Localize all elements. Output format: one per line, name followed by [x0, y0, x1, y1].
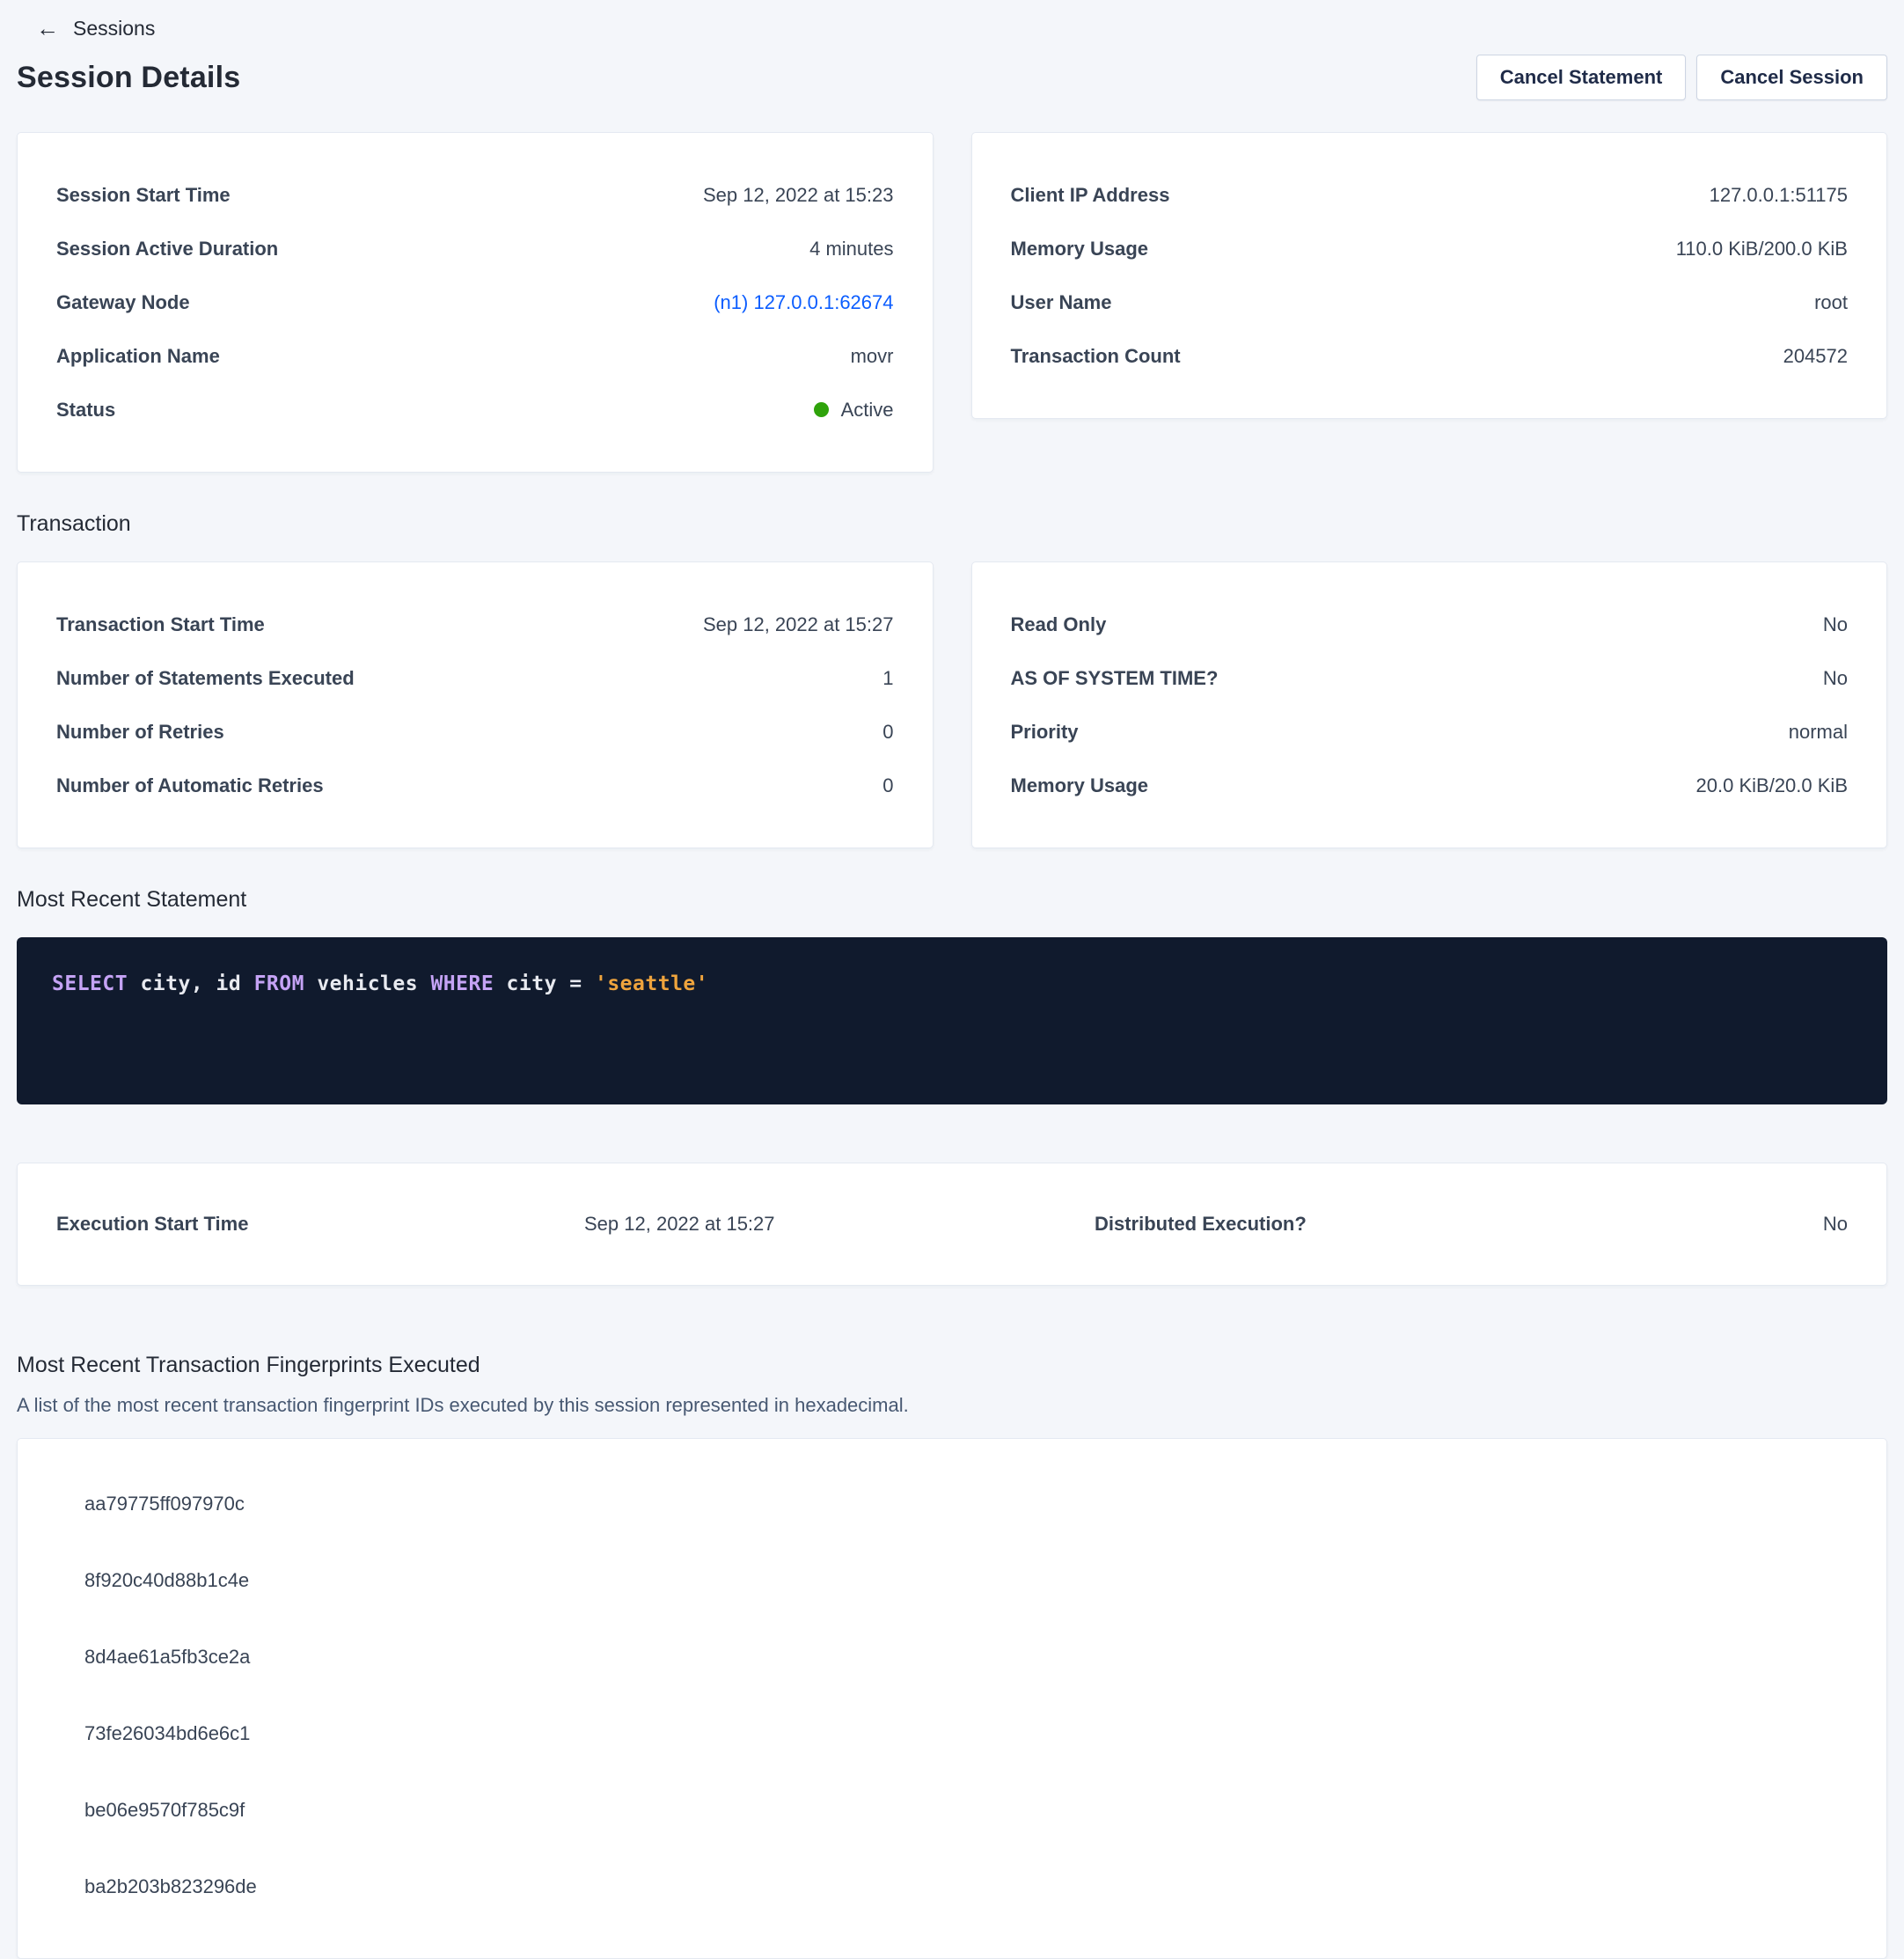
kv-row: Session Active Duration 4 minutes [56, 222, 894, 275]
row-label: Memory Usage [1011, 238, 1149, 260]
kv-row: Transaction Start Time Sep 12, 2022 at 15… [56, 598, 894, 651]
row-value: movr [851, 345, 894, 368]
row-value: root [1814, 291, 1848, 314]
fingerprints-card: aa79775ff097970c8f920c40d88b1c4e8d4ae61a… [17, 1438, 1887, 1959]
row-value: 0 [882, 774, 893, 797]
execution-start-time-value: Sep 12, 2022 at 15:27 [584, 1213, 1095, 1236]
sql-token-ident: vehicles [304, 972, 430, 995]
fingerprint-id-row: 73fe26034bd6e6c1 [84, 1695, 1848, 1772]
row-value: 127.0.0.1:51175 [1710, 184, 1848, 207]
row-value: No [1823, 667, 1848, 690]
kv-row: Memory Usage 20.0 KiB/20.0 KiB [1011, 759, 1849, 812]
kv-row: Gateway Node (n1) 127.0.0.1:62674 [56, 275, 894, 329]
row-value: 20.0 KiB/20.0 KiB [1696, 774, 1848, 797]
fingerprint-id-row: ba2b203b823296de [84, 1848, 1848, 1925]
transaction-left-card: Transaction Start Time Sep 12, 2022 at 15… [17, 561, 934, 848]
most-recent-statement-heading: Most Recent Statement [17, 887, 1887, 913]
cancel-session-button[interactable]: Cancel Session [1696, 55, 1887, 100]
row-label: User Name [1011, 291, 1112, 314]
row-label: Priority [1011, 721, 1079, 744]
row-label: Transaction Start Time [56, 613, 265, 636]
row-label: Number of Automatic Retries [56, 774, 324, 797]
kv-row: Number of Automatic Retries 0 [56, 759, 894, 812]
fingerprint-id-row: be06e9570f785c9f [84, 1772, 1848, 1848]
row-value: No [1823, 613, 1848, 636]
row-label: Session Start Time [56, 184, 231, 207]
row-label: Session Active Duration [56, 238, 278, 260]
kv-row: Application Name movr [56, 329, 894, 383]
header: Session Details Cancel Statement Cancel … [17, 55, 1887, 100]
fingerprints-heading: Most Recent Transaction Fingerprints Exe… [17, 1353, 1887, 1378]
kv-row: Status Active [56, 383, 894, 437]
transaction-right-card: Read Only No AS OF SYSTEM TIME? No Priority n… [971, 561, 1888, 848]
row-label: AS OF SYSTEM TIME? [1011, 667, 1219, 690]
row-label: Number of Statements Executed [56, 667, 355, 690]
row-label: Memory Usage [1011, 774, 1149, 797]
row-value: normal [1789, 721, 1848, 744]
page-title: Session Details [17, 61, 240, 95]
kv-row: Client IP Address 127.0.0.1:51175 [1011, 168, 1849, 222]
session-info-card: Session Start TimeSep 12, 2022 at 15:23S… [17, 132, 934, 473]
fingerprint-id-row: 8d4ae61a5fb3ce2a [84, 1618, 1848, 1695]
session-details-page: ← Sessions Session Details Cancel Statem… [0, 0, 1904, 1959]
execution-card: Execution Start Time Sep 12, 2022 at 15:… [17, 1163, 1887, 1286]
gateway-node-link[interactable]: (n1) 127.0.0.1:62674 [714, 291, 893, 314]
status-dot-icon [814, 402, 829, 417]
arrow-left-icon: ← [36, 17, 59, 40]
row-label: Transaction Count [1011, 345, 1181, 368]
kv-row: AS OF SYSTEM TIME? No [1011, 651, 1849, 705]
transaction-row: Transaction Start Time Sep 12, 2022 at 15… [17, 561, 1887, 848]
kv-row: Session Start Time Sep 12, 2022 at 15:23 [56, 168, 894, 222]
back-to-sessions-link[interactable]: ← Sessions [17, 11, 1887, 46]
distributed-execution-value: No [1823, 1213, 1848, 1236]
row-label: Client IP Address [1011, 184, 1170, 207]
sql-statement-text: SELECT city, id FROM vehicles WHERE city… [52, 972, 1852, 995]
row-value: 1 [882, 667, 893, 690]
row-label: Read Only [1011, 613, 1107, 636]
row-value: 4 minutes [809, 238, 893, 260]
row-value: 0 [882, 721, 893, 744]
row-value: Sep 12, 2022 at 15:27 [703, 613, 894, 636]
back-link-label: Sessions [73, 17, 155, 40]
row-value: Active [841, 399, 894, 422]
kv-row: Memory Usage 110.0 KiB/200.0 KiB [1011, 222, 1849, 275]
kv-row: Number of Statements Executed 1 [56, 651, 894, 705]
distributed-execution-label: Distributed Execution? [1095, 1213, 1823, 1236]
sql-token-ident: city = [494, 972, 595, 995]
sql-token-string: 'seattle' [595, 972, 708, 995]
kv-row: Number of Retries 0 [56, 705, 894, 759]
row-label: Number of Retries [56, 721, 224, 744]
cancel-statement-button[interactable]: Cancel Statement [1476, 55, 1687, 100]
status-value: Active [814, 399, 894, 422]
row-value: Sep 12, 2022 at 15:23 [703, 184, 894, 207]
kv-row: Transaction Count 204572 [1011, 329, 1849, 383]
row-value: 110.0 KiB/200.0 KiB [1676, 238, 1848, 260]
row-label: Application Name [56, 345, 220, 368]
kv-row: Read Only No [1011, 598, 1849, 651]
client-info-card: Client IP Address 127.0.0.1:51175 Memory U… [971, 132, 1888, 419]
kv-row: User Name root [1011, 275, 1849, 329]
fingerprints-description: A list of the most recent transaction fi… [17, 1394, 1887, 1417]
header-actions: Cancel Statement Cancel Session [1476, 55, 1887, 100]
sql-token-keyword: FROM [254, 972, 304, 995]
sql-token-keyword: WHERE [430, 972, 494, 995]
fingerprint-id-row: aa79775ff097970c [84, 1465, 1848, 1542]
row-label: Gateway Node [56, 291, 190, 314]
execution-start-time-label: Execution Start Time [56, 1213, 584, 1236]
sql-token-ident: city, id [128, 972, 253, 995]
sql-statement-box: SELECT city, id FROM vehicles WHERE city… [17, 937, 1887, 1104]
transaction-section-heading: Transaction [17, 511, 1887, 537]
fingerprint-id-row: 8f920c40d88b1c4e [84, 1542, 1848, 1618]
kv-row: Priority normal [1011, 705, 1849, 759]
row-value: 204572 [1783, 345, 1848, 368]
row-label: Status [56, 399, 115, 422]
session-summary-row: Session Start TimeSep 12, 2022 at 15:23S… [17, 132, 1887, 473]
sql-token-keyword: SELECT [52, 972, 128, 995]
